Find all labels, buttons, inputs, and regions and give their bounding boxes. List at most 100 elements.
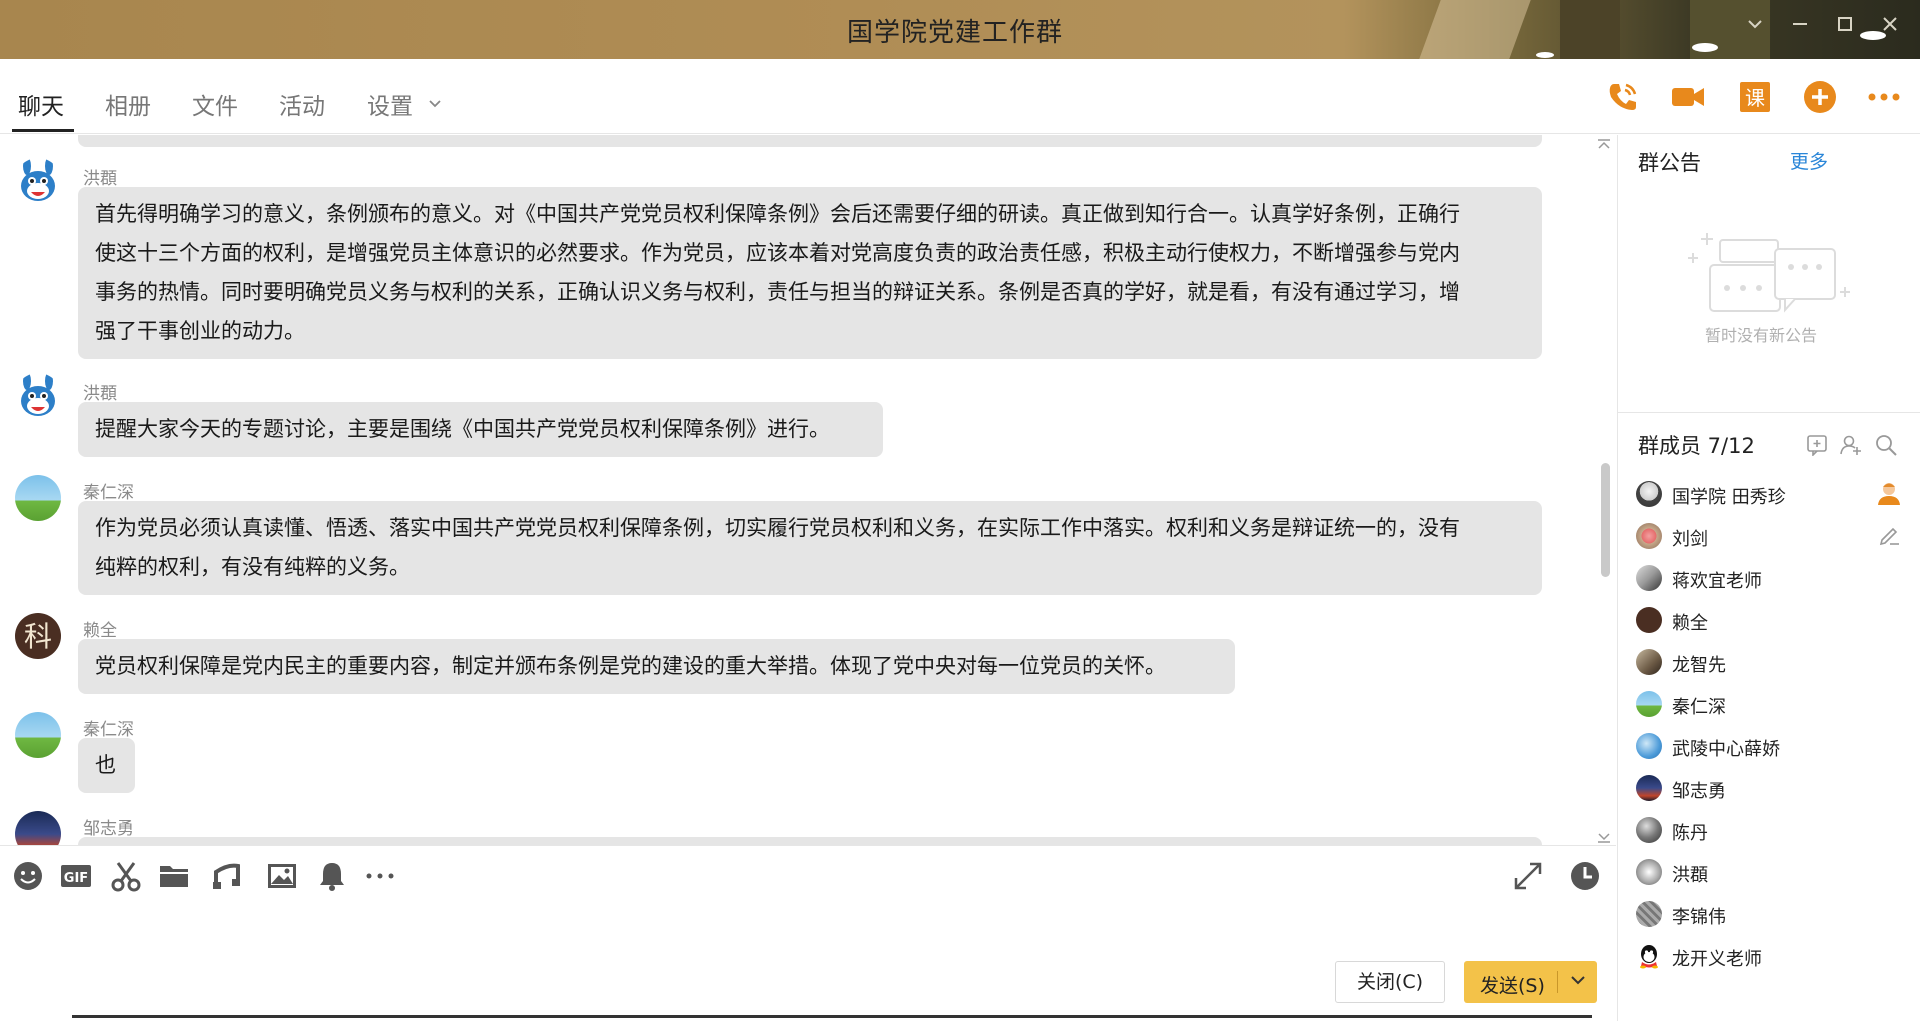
add-member-icon[interactable] (1840, 434, 1862, 460)
divider (1557, 971, 1558, 993)
send-button[interactable]: 发送(S) (1464, 961, 1597, 1003)
taskbar-edge (72, 1015, 1592, 1018)
phone-call-icon[interactable] (1605, 79, 1641, 115)
active-tab-indicator (12, 129, 74, 132)
avatar (1636, 691, 1662, 717)
chevron-down-icon[interactable] (1745, 14, 1765, 39)
minimize-icon[interactable] (1790, 14, 1810, 39)
avatar (1636, 733, 1662, 759)
message-input[interactable] (0, 905, 1615, 965)
avatar[interactable] (15, 811, 61, 845)
tab-files[interactable]: 文件 (192, 87, 238, 121)
avatar (1636, 481, 1662, 507)
member-item[interactable]: 国学院 田秀珍 (1636, 481, 1916, 511)
sender-name: 秦仁深 (83, 720, 134, 740)
search-members-icon[interactable] (1875, 434, 1897, 460)
history-clock-icon[interactable] (1569, 860, 1601, 892)
sender-name: 秦仁深 (83, 483, 134, 503)
tab-album[interactable]: 相册 (105, 87, 151, 121)
gif-icon[interactable]: GIF (60, 860, 92, 892)
member-item[interactable]: 赖全 (1636, 607, 1916, 637)
more-tools-icon[interactable] (364, 860, 396, 892)
chevron-down-icon[interactable] (427, 96, 443, 116)
member-item[interactable]: 李锦伟 (1636, 901, 1916, 931)
message-bubble (78, 135, 1542, 147)
message-line: 强了干事创业的动力。 (95, 319, 305, 343)
expand-icon[interactable] (1512, 860, 1544, 892)
member-item[interactable]: 陈丹 (1636, 817, 1916, 847)
scroll-up-icon[interactable] (1596, 135, 1612, 154)
member-item[interactable]: 武陵中心薛娇 (1636, 733, 1916, 763)
message-bubble[interactable]: 首先得明确学习的意义，条例颁布的意义。对《中国共产党党员权利保障条例》会后还需要… (78, 187, 1542, 359)
member-item[interactable]: 龙智先 (1636, 649, 1916, 679)
title-bar-decoration (1536, 52, 1554, 58)
avatar[interactable]: 科 (15, 613, 61, 659)
svg-text:科: 科 (24, 620, 52, 653)
create-group-chat-icon[interactable] (1806, 434, 1828, 460)
close-button[interactable]: 关闭(C) (1335, 961, 1445, 1003)
avatar (1636, 523, 1662, 549)
svg-text:GIF: GIF (64, 871, 88, 886)
message-line: 党员权利保障是党内民主的重要内容，制定并颁布条例是党的建设的重大举措。体现了党中… (95, 654, 1166, 678)
class-icon[interactable]: 课 (1737, 79, 1773, 115)
member-item[interactable]: 刘剑 (1636, 523, 1916, 553)
members-title: 群成员 7/12 (1638, 434, 1755, 458)
message-line: 首先得明确学习的意义，条例颁布的意义。对《中国共产党党员权利保障条例》会后还需要… (95, 202, 1460, 226)
more-options-icon[interactable] (1866, 79, 1902, 115)
member-name: 陈丹 (1672, 823, 1708, 844)
music-icon[interactable] (210, 860, 242, 892)
video-call-icon[interactable] (1670, 79, 1706, 115)
member-item[interactable]: 龙开义老师 (1636, 943, 1916, 973)
screenshot-scissors-icon[interactable] (110, 860, 142, 892)
folder-icon[interactable] (158, 860, 190, 892)
add-app-icon[interactable] (1802, 79, 1838, 115)
close-icon[interactable] (1880, 14, 1900, 39)
message-bubble[interactable]: 作为党员必须认真读懂、悟透、落实中国共产党党员权利保障条例，切实履行党员权利和义… (78, 501, 1542, 595)
member-item[interactable]: 秦仁深 (1636, 691, 1916, 721)
avatar (1636, 607, 1662, 633)
sender-name: 邹志勇 (83, 819, 134, 839)
avatar[interactable] (15, 373, 61, 419)
member-item[interactable]: 邹志勇 (1636, 775, 1916, 805)
tab-activity[interactable]: 活动 (279, 87, 325, 121)
message-bubble[interactable] (78, 837, 1542, 845)
image-icon[interactable] (266, 860, 298, 892)
svg-text:课: 课 (1745, 86, 1765, 110)
sender-name: 赖全 (83, 621, 117, 641)
tab-chat[interactable]: 聊天 (18, 87, 64, 121)
edit-icon[interactable] (1878, 524, 1900, 550)
emoji-icon[interactable] (12, 860, 44, 892)
tab-bar: 聊天 相册 文件 活动 设置 课 (0, 59, 1920, 134)
avatar (1636, 565, 1662, 591)
member-name: 赖全 (1672, 613, 1708, 634)
member-name: 龙智先 (1672, 655, 1726, 676)
announcement-more-link[interactable]: 更多 (1790, 147, 1828, 174)
empty-announcement-icon (1685, 215, 1855, 319)
divider (1618, 412, 1920, 413)
avatar[interactable] (15, 158, 61, 204)
avatar[interactable] (15, 475, 61, 521)
member-item[interactable]: 洪頵 (1636, 859, 1916, 889)
member-name: 洪頵 (1672, 865, 1708, 886)
avatar (1636, 901, 1662, 927)
message-bubble[interactable]: 提醒大家今天的专题讨论，主要是围绕《中国共产党党员权利保障条例》进行。 (78, 402, 883, 457)
member-item[interactable]: 蒋欢宜老师 (1636, 565, 1916, 595)
avatar[interactable] (15, 712, 61, 758)
divider (0, 845, 1616, 846)
announcement-title: 群公告 (1638, 151, 1701, 175)
chat-history[interactable]: 洪頵 首先得明确学习的意义，条例颁布的意义。对《中国共产党党员权利保障条例》会后… (0, 135, 1600, 845)
sender-name: 洪頵 (83, 384, 117, 404)
message-bubble[interactable]: 党员权利保障是党内民主的重要内容，制定并颁布条例是党的建设的重大举措。体现了党中… (78, 639, 1235, 694)
message-line: 纯粹的权利，有没有纯粹的义务。 (95, 555, 410, 579)
message-bubble[interactable]: 也 (78, 738, 135, 793)
bell-icon[interactable] (316, 860, 348, 892)
sender-name: 洪頵 (83, 169, 117, 189)
maximize-icon[interactable] (1835, 14, 1855, 39)
title-bar: 国学院党建工作群 (0, 0, 1920, 59)
avatar (1636, 817, 1662, 843)
message-line: 作为党员必须认真读懂、悟透、落实中国共产党党员权利保障条例，切实履行党员权利和义… (95, 516, 1460, 540)
chevron-down-icon[interactable] (1568, 970, 1588, 990)
window-title: 国学院党建工作群 (846, 18, 1063, 48)
tab-settings[interactable]: 设置 (367, 87, 413, 121)
chat-scrollbar[interactable] (1601, 463, 1610, 577)
